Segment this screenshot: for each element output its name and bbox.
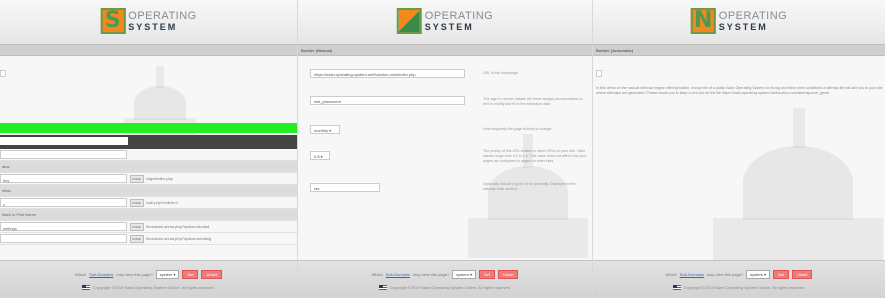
filter-input[interactable] [0, 137, 128, 145]
copyright: Copyright ©2019 Nash Operating System On… [298, 285, 592, 290]
row-label: atus [2, 164, 10, 169]
table-row: atus [0, 161, 297, 173]
capitol-watermark-icon [713, 96, 883, 260]
row-value: /functions.shma.php?option=landed [146, 224, 210, 229]
table-row: tiny CODE /sign/index.php [0, 173, 297, 185]
row-input[interactable] [0, 150, 127, 159]
content-area: atus tiny CODE /sign/index.php ottas c C… [0, 56, 297, 260]
search-box[interactable] [596, 70, 602, 77]
subdomains-link[interactable]: Sub-Domains [89, 272, 113, 277]
priority-desc: The priority of this URL relative to oth… [483, 149, 587, 163]
set-button[interactable]: Set [772, 270, 789, 279]
row-input[interactable]: c [0, 198, 127, 207]
row-input[interactable]: settings [0, 222, 127, 231]
footer: Which Sub-Domains may view this page? sy… [298, 260, 592, 298]
row-label: ottas [2, 188, 11, 193]
section-bar [0, 44, 297, 56]
logo-word-system: SYSTEM [424, 21, 474, 32]
section-title: Builder (Manual) [301, 48, 333, 53]
logo-word-system: SYSTEM [718, 21, 768, 32]
panel-left: S OPERATING SYSTEM atus tiny CODE /sign/… [0, 0, 298, 298]
section-bar: Builder (Manual) [298, 44, 592, 56]
logo-n-icon: N [690, 8, 716, 34]
row-input[interactable]: tiny [0, 174, 127, 183]
changefreq-select[interactable]: monthly ▾ [310, 125, 340, 134]
unset-button[interactable]: Unset [497, 270, 519, 279]
subdomain-select[interactable]: system ▾ [746, 270, 770, 279]
logo[interactable]: OPERATING SYSTEM [396, 8, 494, 34]
unset-button[interactable]: Unset [791, 270, 813, 279]
panel-middle: OPERATING SYSTEM Builder (Manual) https:… [298, 0, 593, 298]
url-field[interactable]: https://nash-operating-system.net/functi… [310, 69, 465, 78]
changefreq-desc: How frequently the page is likely to cha… [483, 127, 552, 131]
subdomain-row: Which Sub-Domains may view this page? sy… [593, 270, 885, 279]
subdomain-row: Which Sub-Domains may view this page? sy… [298, 270, 592, 279]
code-button[interactable]: CODE [130, 199, 144, 207]
copyright: Copyright ©2019 Nash Operating System On… [593, 285, 885, 290]
row-value: /call.php?nolink=1 [146, 200, 179, 205]
table-row: CODE /functions.shma.php?option=sending [0, 233, 297, 245]
priority-select[interactable]: 0.8 ▾ [310, 151, 330, 160]
us-flag-icon [672, 285, 681, 290]
row-value: /sign/index.php [146, 176, 173, 181]
table-row [0, 149, 297, 161]
code-button[interactable]: CODE [130, 175, 144, 183]
us-flag-icon [82, 285, 91, 290]
logo-word-system: SYSTEM [128, 21, 178, 32]
header: OPERATING SYSTEM [298, 0, 592, 44]
table-row: c CODE /call.php?nolink=1 [0, 197, 297, 209]
section-bar: Builder (Automatic) [593, 44, 885, 56]
copyright: Copyright ©2019 Nash Operating System On… [0, 285, 297, 290]
row-input[interactable] [0, 234, 127, 243]
code-button[interactable]: CODE [130, 235, 144, 243]
row-label: Back to First Name [2, 212, 37, 217]
code-button[interactable]: CODE [130, 223, 144, 231]
url-desc: URL of the homepage [483, 71, 519, 75]
set-button[interactable]: Set [478, 270, 495, 279]
rss-desc: Optionally include a given id for proxim… [483, 182, 576, 191]
footer: Which Sub-Domains may view this page? sy… [0, 260, 297, 298]
subdomain-select[interactable]: system ▾ [155, 270, 180, 279]
content-area: In this demo on the manual sitemap engin… [593, 56, 885, 260]
row-value: /functions.shma.php?option=sending [146, 236, 212, 241]
rss-field[interactable]: rss [310, 183, 380, 192]
logo-word-operating: OPERATING [128, 9, 197, 22]
header: S OPERATING SYSTEM [0, 0, 297, 44]
logo-word-operating: OPERATING [424, 9, 494, 22]
three-panel-view: S OPERATING SYSTEM atus tiny CODE /sign/… [0, 0, 885, 298]
logo-word-operating: OPERATING [718, 9, 788, 22]
table-row: settings CODE /functions.shma.php?option… [0, 221, 297, 233]
section-title: Builder (Automatic) [596, 48, 634, 53]
placement-desc: This sign to remove datatin (fill these … [483, 97, 583, 106]
footer: Which Sub-Domains may view this page? sy… [593, 260, 885, 298]
subdomain-row: Which Sub-Domains may view this page? sy… [0, 270, 297, 279]
set-button[interactable]: Set [182, 270, 199, 279]
description-text: In this demo on the manual sitemap engin… [596, 86, 883, 95]
search-box[interactable] [0, 70, 6, 77]
placement-field[interactable]: slot_placement [310, 96, 465, 105]
subdomain-select[interactable]: system ▾ [452, 270, 476, 279]
progress-bar [0, 123, 297, 133]
header: N OPERATING SYSTEM [593, 0, 885, 44]
logo-cube-icon [396, 8, 422, 34]
us-flag-icon [378, 285, 387, 290]
logo-s-icon: S [100, 8, 126, 34]
settings-table: atus tiny CODE /sign/index.php ottas c C… [0, 149, 297, 245]
subdomains-link[interactable]: Sub-Domains [386, 272, 410, 277]
subdomains-link[interactable]: Sub-Domains [680, 272, 704, 277]
panel-right: N OPERATING SYSTEM Builder (Automatic) I… [593, 0, 885, 298]
logo[interactable]: N OPERATING SYSTEM [690, 8, 788, 34]
logo[interactable]: S OPERATING SYSTEM [100, 8, 196, 34]
unset-button[interactable]: Unset [201, 270, 222, 279]
table-row: ottas [0, 185, 297, 197]
filter-bar [0, 135, 297, 149]
table-row: Back to First Name [0, 209, 297, 221]
content-area: https://nash-operating-system.net/functi… [298, 56, 592, 260]
